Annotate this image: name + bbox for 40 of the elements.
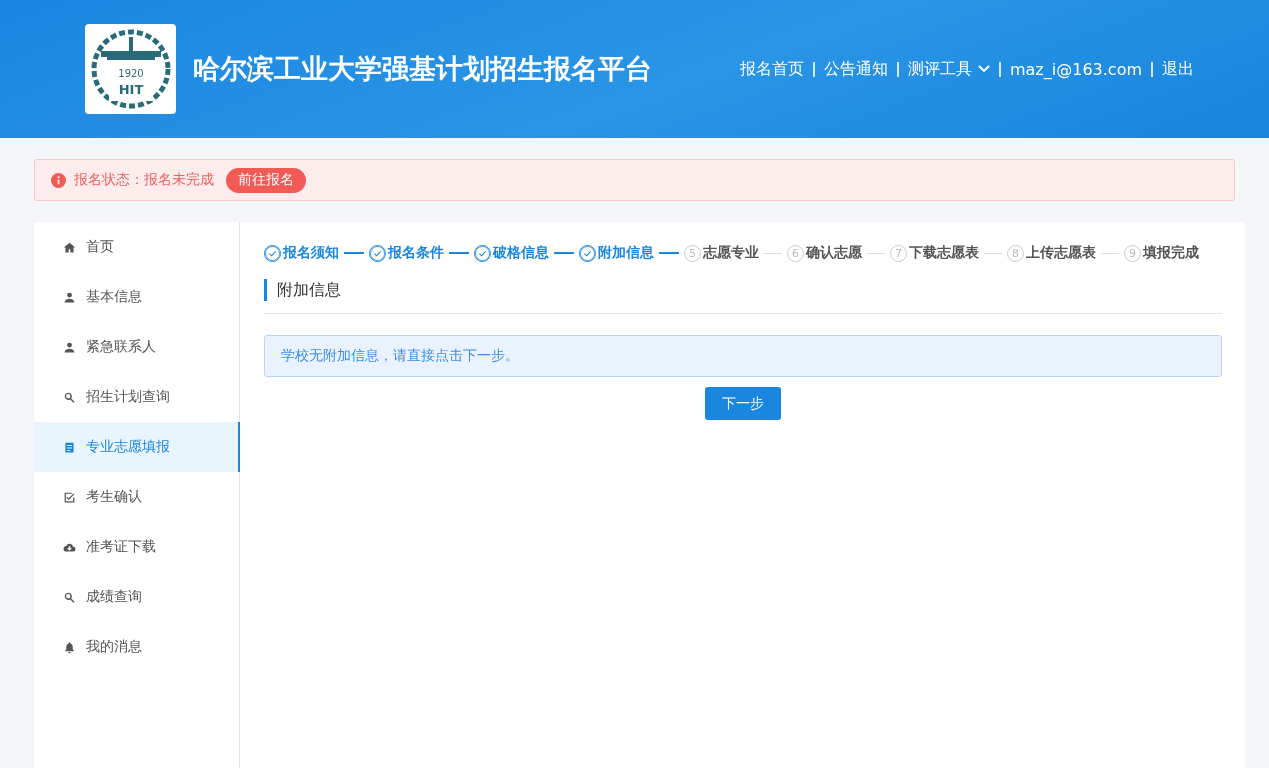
nav-link[interactable]: 退出: [1162, 58, 1194, 80]
check-circle-icon: [264, 244, 281, 262]
search-icon: [63, 390, 76, 404]
person-icon: [63, 290, 76, 304]
person-icon: [63, 340, 76, 354]
status-text: 报名状态：报名未完成: [74, 171, 214, 189]
chevron-down-icon: [977, 65, 990, 73]
check-circle-icon: [579, 244, 596, 262]
sidebar-item[interactable]: 专业志愿填报: [34, 422, 240, 472]
sidebar-item[interactable]: 我的消息: [34, 622, 240, 672]
step-item: 9 填报完成: [1124, 244, 1199, 262]
step-item: 8 上传志愿表: [1007, 244, 1096, 262]
next-button[interactable]: 下一步: [705, 387, 781, 420]
step-item: 6 确认志愿: [787, 244, 862, 262]
sidebar-item[interactable]: 基本信息: [34, 272, 240, 322]
sidebar-item[interactable]: 招生计划查询: [34, 372, 240, 422]
sidebar-item[interactable]: 准考证下载: [34, 522, 240, 572]
info-icon: [51, 172, 66, 188]
step-item: 附加信息: [579, 244, 654, 262]
sidebar-item[interactable]: 首页: [34, 222, 240, 272]
bell-icon: [63, 640, 76, 654]
site-title: 哈尔滨工业大学强基计划招生报名平台: [193, 52, 652, 86]
checkbox-icon: [63, 490, 76, 504]
document-icon: [63, 440, 76, 454]
nav-link[interactable]: maz_i@163.com: [1009, 59, 1142, 79]
step-item: 报名须知: [264, 244, 339, 262]
sidebar-item[interactable]: 紧急联系人: [34, 322, 240, 372]
step-item: 破格信息: [474, 244, 549, 262]
section-title: 附加信息: [264, 279, 341, 301]
search-icon: [63, 590, 76, 604]
step-item: 7 下载志愿表: [890, 244, 979, 262]
sidebar-item[interactable]: 成绩查询: [34, 572, 240, 622]
step-item: 5 志愿专业: [684, 244, 759, 262]
check-circle-icon: [474, 244, 491, 262]
step-item: 报名条件: [369, 244, 444, 262]
info-notice: 学校无附加信息，请直接点击下一步。: [264, 335, 1222, 377]
check-circle-icon: [369, 244, 386, 262]
home-icon: [63, 240, 76, 254]
university-logo: 1920 HIT: [85, 24, 176, 114]
sidebar-item[interactable]: 考生确认: [34, 472, 240, 522]
